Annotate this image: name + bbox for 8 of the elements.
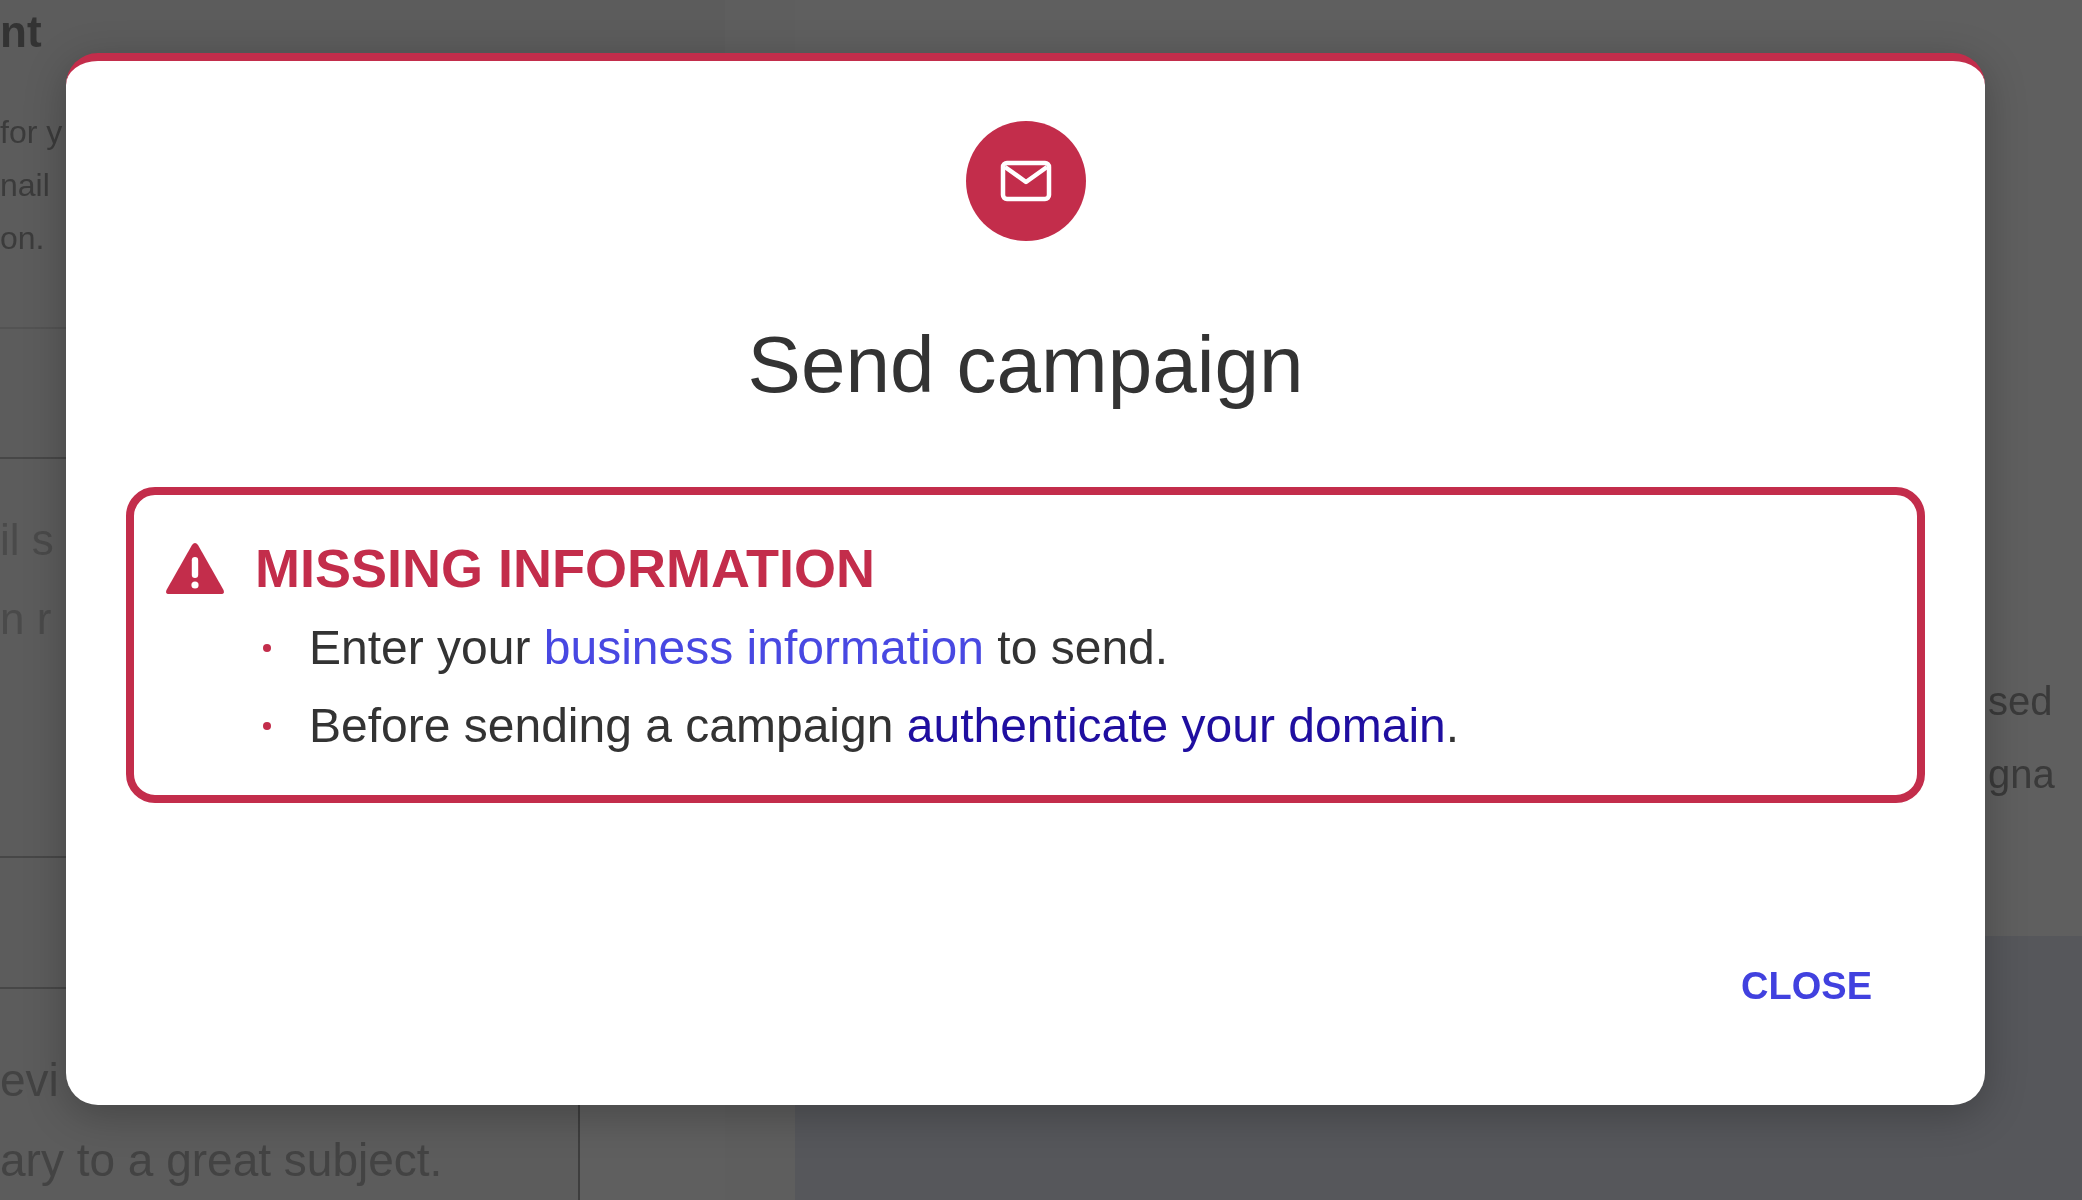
alert-message: Enter your business information to send. (309, 620, 1169, 676)
envelope-icon (965, 121, 1086, 241)
text-link[interactable]: authenticate your domain (906, 699, 1446, 752)
warning-icon (165, 542, 225, 595)
alert-message: Before sending a campaign authenticate your domain. (309, 698, 1460, 754)
text-link[interactable]: business information (543, 621, 984, 674)
alert-title: MISSING INFORMATION (255, 537, 875, 600)
dialog-title: Send campaign (747, 319, 1304, 411)
